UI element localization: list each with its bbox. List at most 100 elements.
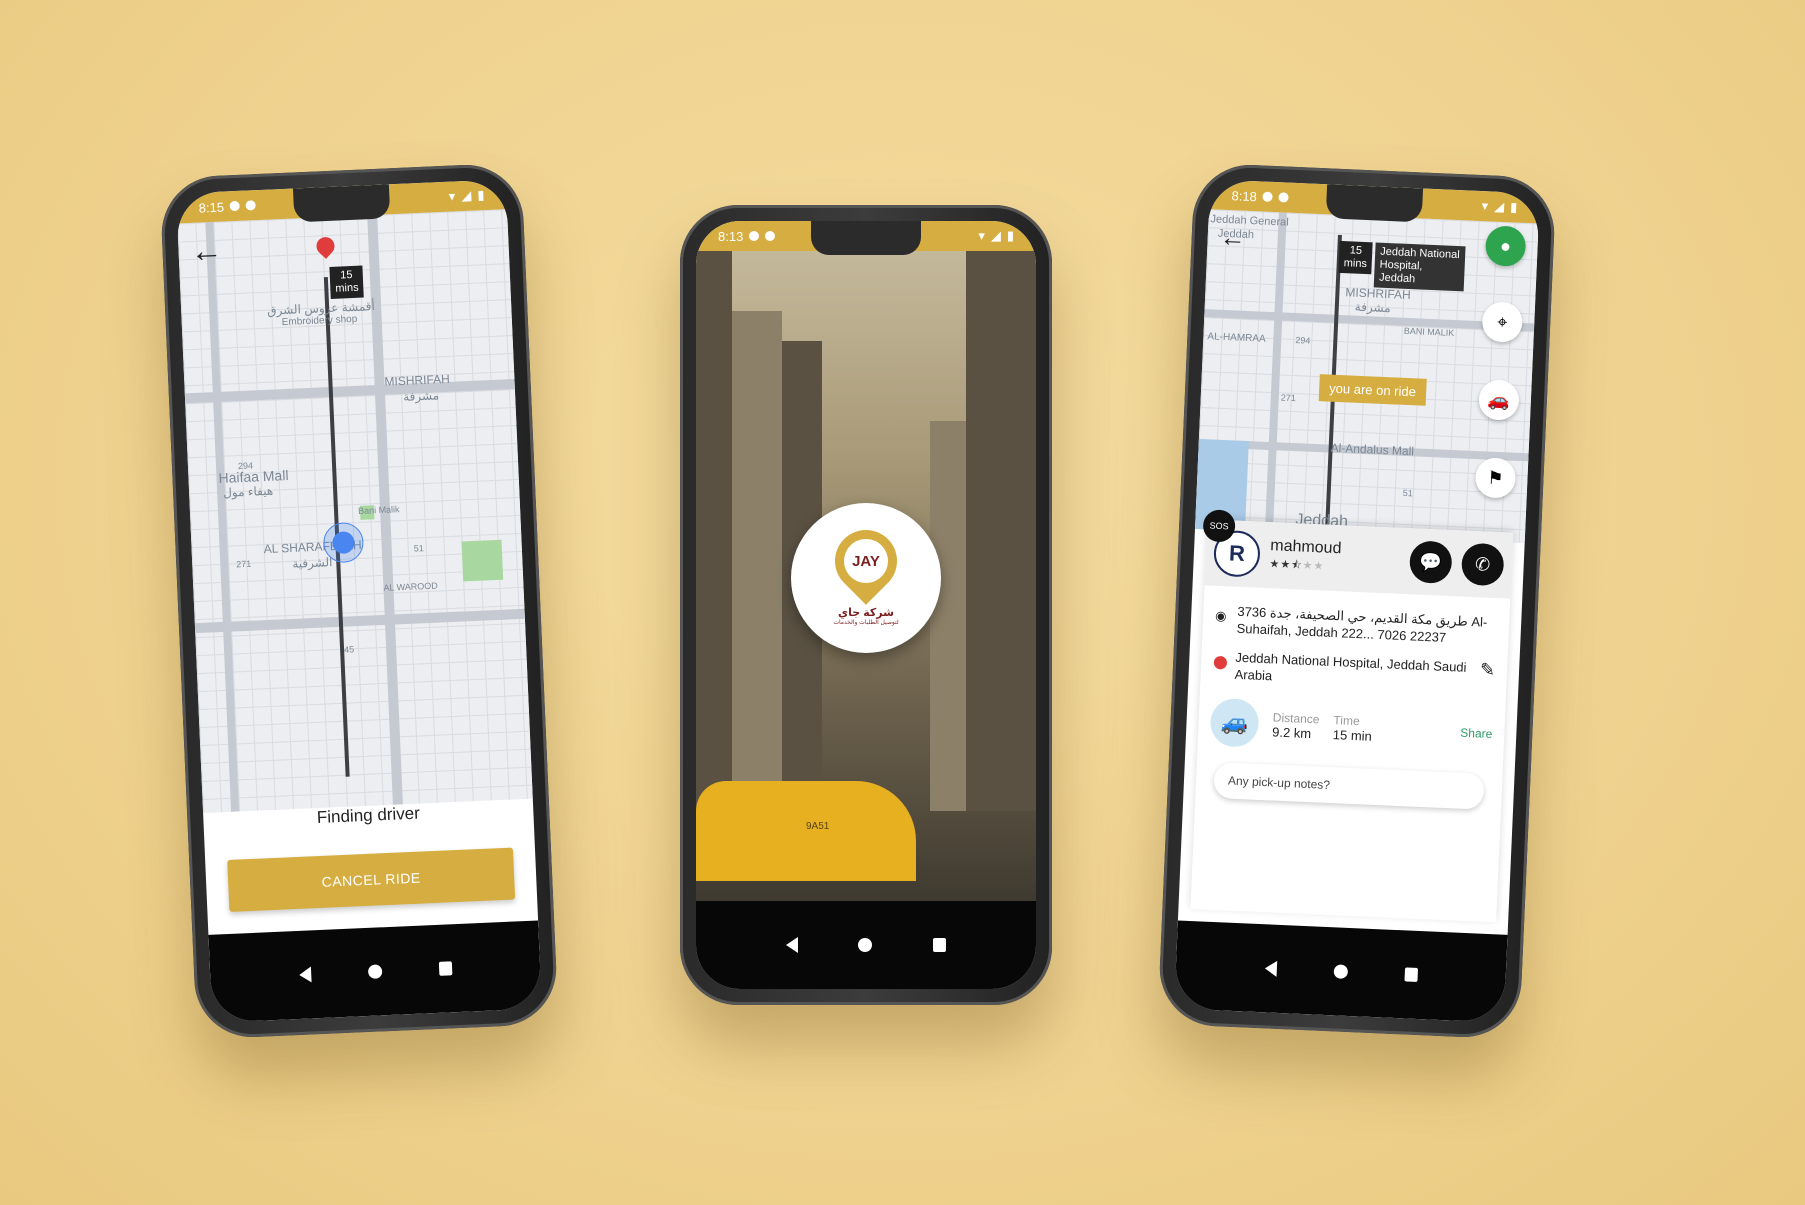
logo-wordmark: JAY xyxy=(844,539,888,583)
route-shield: 294 xyxy=(1295,335,1311,346)
settings-icon xyxy=(1262,191,1274,202)
settings-icon xyxy=(749,231,760,241)
car-thumbnail-icon: 🚙 xyxy=(1209,697,1260,748)
eta-number: 15 xyxy=(1349,244,1363,257)
route-shield: 51 xyxy=(1402,487,1413,499)
battery-icon: ▮ xyxy=(1509,199,1518,215)
android-nav-bar xyxy=(208,920,542,1023)
back-arrow-icon[interactable]: ← xyxy=(1219,222,1246,254)
app-logo: JAY شركة جاي لتوصيل الطلبات والخدمات xyxy=(791,503,941,653)
building xyxy=(732,311,782,811)
pickup-address: 3736 طريق مكة القديم، حي الصحيفة، جدة Al… xyxy=(1236,603,1488,645)
map-label: الشرفية xyxy=(292,555,333,571)
nav-recents-icon[interactable] xyxy=(932,938,946,952)
phone-on-ride: 8:18 ▾ ◢ ▮ Jeddah General Jeddah MISHRIFAH… xyxy=(1157,162,1557,1040)
eta-badge: 15 mins xyxy=(329,265,365,299)
building xyxy=(966,251,1036,811)
status-time: 8:15 xyxy=(198,199,225,216)
dropoff-pin-icon: ⬤ xyxy=(1212,653,1229,670)
driver-header: R mahmoud ★★⯪★★ 💬 ✆ xyxy=(1204,519,1514,599)
share-link[interactable]: Share xyxy=(1460,726,1493,741)
time-label: Time xyxy=(1333,712,1361,728)
mockup-stage: 8:15 ▾ ◢ ▮ أقمشة عروس الشرق Embroidery sho… xyxy=(0,0,1805,1205)
driver-card: R mahmoud ★★⯪★★ 💬 ✆ ◉ 3736 طريق مكة القد… xyxy=(1190,519,1514,923)
taxi-plate: 9A51 xyxy=(806,821,830,832)
status-icon xyxy=(765,231,776,241)
map-label: BANI MALIK xyxy=(1403,325,1455,338)
map-road xyxy=(184,379,515,404)
destination-pin-icon xyxy=(312,233,339,259)
logo-arabic-name: شركة جاي xyxy=(838,607,894,619)
signal-icon: ◢ xyxy=(990,228,1001,243)
current-location-icon xyxy=(322,521,365,564)
map-label: Haifaa Mall xyxy=(218,466,289,487)
signal-icon: ◢ xyxy=(1493,198,1505,215)
status-time: 8:18 xyxy=(1231,187,1258,204)
nav-back-icon[interactable] xyxy=(786,937,799,953)
android-nav-bar xyxy=(696,901,1036,989)
eta-number: 15 xyxy=(340,268,353,282)
route-shield: 294 xyxy=(237,460,254,472)
nav-recents-icon[interactable] xyxy=(438,961,452,976)
building xyxy=(930,421,966,811)
map-label: Bani Malik xyxy=(357,504,400,516)
distance-value: 9.2 km xyxy=(1271,723,1312,741)
park-area xyxy=(461,539,504,582)
back-arrow-icon[interactable]: ← xyxy=(190,232,224,270)
phone-finding-driver: 8:15 ▾ ◢ ▮ أقمشة عروس الشرق Embroidery sho… xyxy=(159,162,559,1040)
route-shield: 271 xyxy=(1280,392,1297,404)
map-road xyxy=(1264,212,1287,533)
destination-tag: Jeddah National Hospital, Jeddah xyxy=(1373,242,1466,292)
map-label: مشرفة xyxy=(1354,299,1392,316)
cancel-ride-button[interactable]: CANCEL RIDE xyxy=(227,847,516,912)
nav-recents-icon[interactable] xyxy=(1403,967,1418,982)
map-label: Al-Andalus Mall xyxy=(1330,440,1415,459)
signal-icon: ◢ xyxy=(460,187,472,204)
chat-icon[interactable]: 💬 xyxy=(1408,540,1453,585)
status-time: 8:13 xyxy=(718,228,744,244)
map-label: هيفاء مول xyxy=(222,483,274,500)
status-icon xyxy=(245,200,257,211)
map-road xyxy=(194,608,525,634)
screen-splash: 8:13 ▾ ◢ ▮ 9A51 JAY شركة جاي لتوصيل الطلبا… xyxy=(696,221,1036,989)
camera-notch xyxy=(292,184,391,223)
eta-unit: mins xyxy=(1343,257,1368,271)
on-ride-tag: you are on ride xyxy=(1318,374,1427,406)
edit-icon[interactable]: ✎ xyxy=(1480,659,1496,681)
settings-icon xyxy=(229,200,241,212)
screen-finding-driver: 8:15 ▾ ◢ ▮ أقمشة عروس الشرق Embroidery sho… xyxy=(176,179,542,1023)
android-nav-bar xyxy=(1174,920,1508,1023)
phone-call-icon[interactable]: ✆ xyxy=(1460,542,1505,587)
route-shield: 271 xyxy=(236,558,252,570)
screen-on-ride: 8:18 ▾ ◢ ▮ Jeddah General Jeddah MISHRIFAH… xyxy=(1174,179,1540,1023)
nav-back-icon[interactable] xyxy=(1264,960,1277,977)
nav-home-icon[interactable] xyxy=(1333,964,1348,979)
nav-back-icon[interactable] xyxy=(298,966,312,983)
route-shield: 51 xyxy=(413,543,424,554)
map-road xyxy=(205,221,240,812)
map-label: MISHRIFAH xyxy=(384,371,451,389)
eta-unit: mins xyxy=(335,281,359,295)
map-label: Embroidery shop xyxy=(281,313,358,329)
dropoff-address: Jeddah National Hospital, Jeddah Saudi A… xyxy=(1234,649,1467,684)
map-label: AL-HAMRAA xyxy=(1207,331,1266,345)
pickup-icon: ◉ xyxy=(1214,607,1227,624)
trip-summary: 🚙 Distance 9.2 km Time 15 min Share xyxy=(1197,687,1506,768)
nav-home-icon[interactable] xyxy=(858,938,873,952)
logo-arabic-tagline: لتوصيل الطلبات والخدمات xyxy=(833,620,899,626)
distance-label: Distance xyxy=(1272,709,1320,726)
pickup-notes-input[interactable]: Any pick-up notes? xyxy=(1213,761,1485,810)
phone-splash: 8:13 ▾ ◢ ▮ 9A51 JAY شركة جاي لتوصيل الطلبا… xyxy=(680,205,1052,1005)
building xyxy=(696,251,732,811)
location-pin-icon: JAY xyxy=(822,517,910,605)
camera-notch xyxy=(1325,184,1424,223)
camera-notch xyxy=(811,221,921,255)
map-view[interactable]: أقمشة عروس الشرق Embroidery shop MISHRIF… xyxy=(177,209,533,814)
route-shield: 45 xyxy=(343,644,355,655)
wifi-icon: ▾ xyxy=(448,188,456,204)
battery-icon: ▮ xyxy=(1006,228,1014,243)
eta-badge: 15 mins xyxy=(1338,240,1373,275)
time-value: 15 min xyxy=(1332,726,1373,744)
nav-home-icon[interactable] xyxy=(367,964,382,979)
wifi-icon: ▾ xyxy=(978,228,985,243)
